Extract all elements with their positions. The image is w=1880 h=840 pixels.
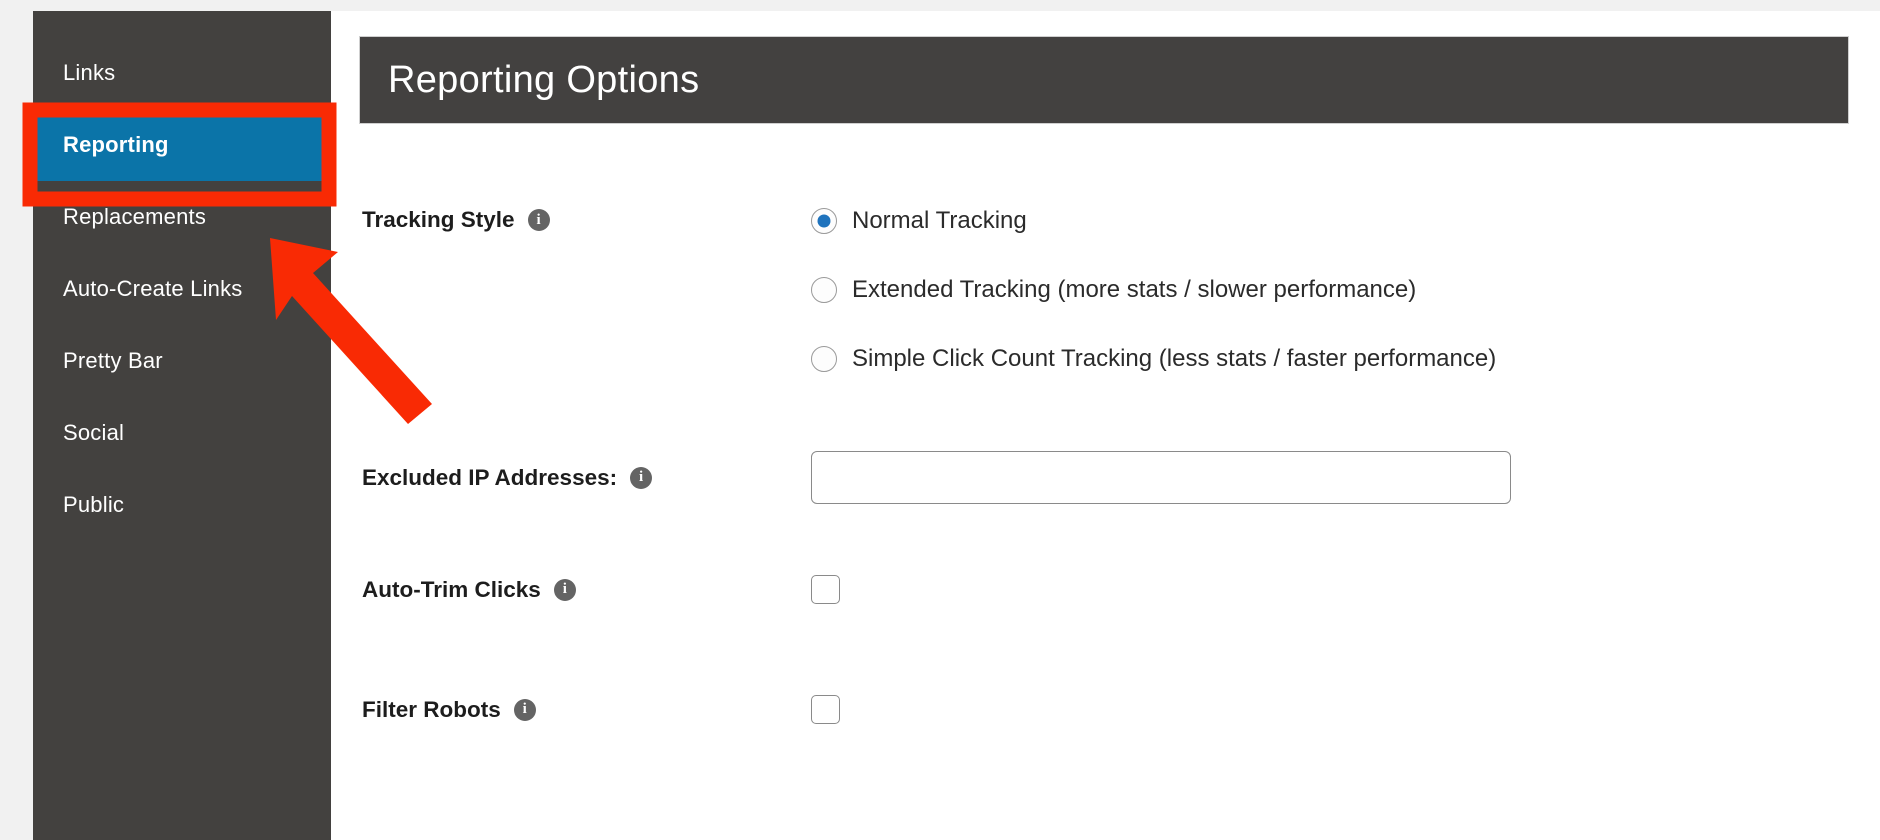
info-icon[interactable]: i bbox=[527, 209, 550, 231]
tracking-style-options: Normal Tracking Extended Tracking (more … bbox=[811, 207, 1880, 373]
sidebar-item-replacements[interactable]: Replacements bbox=[33, 181, 331, 253]
content-panel: Reporting Options Tracking Style i Norma… bbox=[331, 11, 1880, 840]
tracking-style-label: Tracking Style bbox=[362, 207, 515, 232]
sidebar-item-public[interactable]: Public bbox=[33, 469, 331, 541]
filter-robots-label: Filter Robots bbox=[362, 696, 501, 722]
filter-robots-label-group: Filter Robots i bbox=[331, 697, 811, 723]
sidebar-item-label: Public bbox=[63, 492, 125, 517]
filter-robots-control bbox=[811, 695, 1880, 724]
info-icon[interactable]: i bbox=[630, 466, 653, 489]
excluded-ips-label: Excluded IP Addresses: bbox=[362, 464, 618, 490]
radio-option-normal-tracking[interactable]: Normal Tracking bbox=[811, 207, 1880, 235]
sidebar-item-pretty-bar[interactable]: Pretty Bar bbox=[33, 325, 331, 397]
info-icon[interactable]: i bbox=[513, 698, 536, 721]
radio-label: Normal Tracking bbox=[852, 207, 1027, 234]
radio-indicator[interactable] bbox=[811, 277, 837, 303]
radio-option-extended-tracking[interactable]: Extended Tracking (more stats / slower p… bbox=[811, 276, 1880, 304]
form-row-auto-trim-clicks: Auto-Trim Clicks i bbox=[331, 575, 1880, 604]
auto-trim-clicks-checkbox[interactable] bbox=[811, 575, 840, 604]
info-icon[interactable]: i bbox=[553, 578, 576, 601]
form-row-tracking-style: Tracking Style i Normal Tracking Extende… bbox=[331, 207, 1880, 373]
auto-trim-clicks-label: Auto-Trim Clicks bbox=[362, 576, 541, 602]
sidebar-item-label: Links bbox=[63, 60, 116, 85]
sidebar-nav: Links Reporting Replacements Auto-Create… bbox=[33, 11, 331, 840]
excluded-ips-input[interactable] bbox=[811, 451, 1511, 504]
filter-robots-checkbox[interactable] bbox=[811, 695, 840, 724]
sidebar-item-label: Reporting bbox=[63, 132, 169, 157]
tracking-style-label-group: Tracking Style i bbox=[331, 207, 811, 233]
sidebar-item-label: Pretty Bar bbox=[63, 348, 163, 373]
sidebar-item-label: Replacements bbox=[63, 204, 207, 229]
excluded-ips-control bbox=[811, 451, 1880, 504]
radio-label: Simple Click Count Tracking (less stats … bbox=[852, 345, 1497, 372]
page-header: Reporting Options bbox=[359, 36, 1849, 124]
excluded-ips-label-group: Excluded IP Addresses: i bbox=[331, 465, 811, 491]
settings-screen: Links Reporting Replacements Auto-Create… bbox=[0, 0, 1880, 840]
radio-indicator[interactable] bbox=[811, 346, 837, 372]
radio-label: Extended Tracking (more stats / slower p… bbox=[852, 276, 1417, 303]
auto-trim-clicks-label-group: Auto-Trim Clicks i bbox=[331, 577, 811, 603]
sidebar-item-label: Auto-Create Links bbox=[63, 276, 243, 301]
sidebar-item-reporting[interactable]: Reporting bbox=[33, 109, 331, 181]
sidebar-item-links[interactable]: Links bbox=[33, 37, 331, 109]
page-title: Reporting Options bbox=[388, 58, 700, 101]
sidebar-item-label: Social bbox=[63, 420, 125, 445]
sidebar-item-social[interactable]: Social bbox=[33, 397, 331, 469]
sidebar-item-auto-create-links[interactable]: Auto-Create Links bbox=[33, 253, 331, 325]
form-row-excluded-ips: Excluded IP Addresses: i bbox=[331, 451, 1880, 504]
form-row-filter-robots: Filter Robots i bbox=[331, 695, 1880, 724]
auto-trim-clicks-control bbox=[811, 575, 1880, 604]
radio-indicator[interactable] bbox=[811, 208, 837, 234]
radio-option-simple-click-count-tracking[interactable]: Simple Click Count Tracking (less stats … bbox=[811, 345, 1880, 373]
